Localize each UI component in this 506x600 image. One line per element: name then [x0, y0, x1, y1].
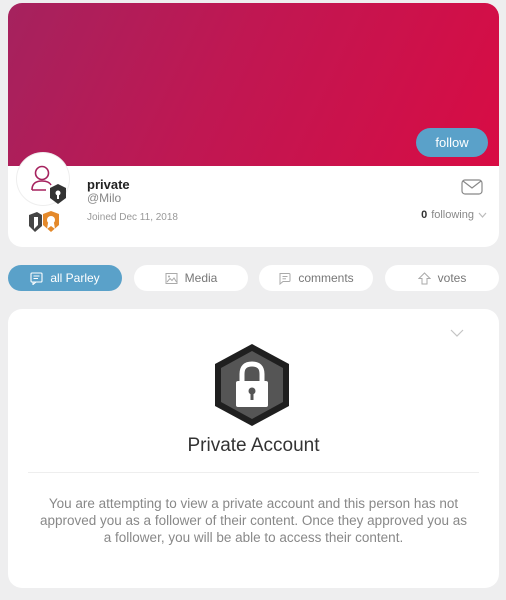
badge-icons — [29, 211, 59, 232]
tab-all-parley[interactable]: all Parley — [8, 265, 122, 291]
chat-icon — [30, 271, 43, 285]
profile-tabs: all Parley Media comments votes — [8, 265, 506, 291]
private-account-message: You are attempting to view a private acc… — [39, 496, 467, 545]
profile-card: follow private @Milo Joined Dec 11, 2018… — [8, 3, 499, 247]
tab-media[interactable]: Media — [134, 265, 248, 291]
chevron-down-icon[interactable] — [450, 329, 464, 338]
divider — [28, 472, 479, 473]
chevron-down-icon — [478, 212, 487, 218]
tab-label: all Parley — [50, 271, 100, 285]
tab-label: comments — [298, 271, 354, 285]
join-date: Joined Dec 11, 2018 — [87, 212, 178, 223]
private-account-card: Private Account You are attempting to vi… — [8, 309, 499, 588]
private-account-title: Private Account — [187, 435, 320, 456]
lock-icon — [215, 344, 289, 426]
profile-name: private — [87, 177, 130, 192]
following-count: 0 — [421, 209, 428, 221]
comment-icon — [279, 272, 291, 285]
mail-icon[interactable] — [461, 179, 483, 195]
tab-votes[interactable]: votes — [385, 265, 499, 291]
image-icon — [165, 272, 178, 284]
tab-comments[interactable]: comments — [259, 265, 373, 291]
following-label: following — [431, 209, 474, 221]
tab-label: Media — [184, 271, 218, 285]
following-dropdown[interactable]: 0 following — [421, 209, 487, 221]
tab-label: votes — [437, 271, 467, 285]
lock-icon — [50, 184, 66, 204]
profile-handle: @Milo — [87, 191, 122, 205]
follow-button[interactable]: follow — [416, 128, 488, 157]
upvote-icon — [417, 271, 431, 284]
